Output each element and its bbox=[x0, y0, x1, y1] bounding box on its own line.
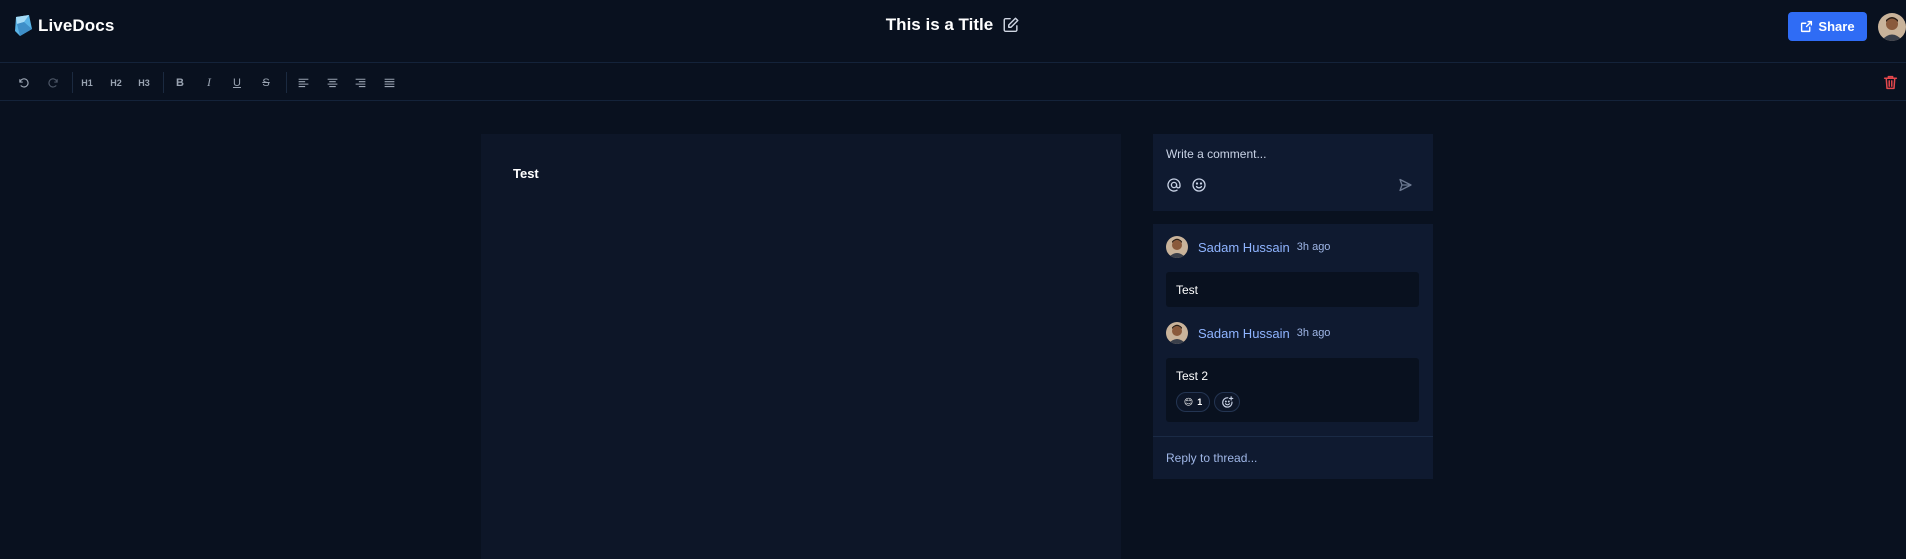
share-button[interactable]: Share bbox=[1788, 12, 1867, 41]
send-comment-icon[interactable] bbox=[1397, 177, 1413, 193]
toolbar-divider bbox=[163, 72, 164, 93]
comment-timestamp: 3h ago bbox=[1296, 241, 1331, 253]
heading-1-button[interactable]: H1 bbox=[77, 73, 97, 92]
strikethrough-button[interactable]: S bbox=[256, 73, 276, 92]
edit-title-icon[interactable] bbox=[1002, 16, 1020, 34]
heading-3-button[interactable]: H3 bbox=[134, 73, 154, 92]
undo-button[interactable] bbox=[13, 73, 33, 92]
comment-body: Test bbox=[1166, 272, 1419, 307]
share-button-label: Share bbox=[1818, 19, 1855, 34]
thread-divider bbox=[1153, 436, 1433, 437]
undo-icon bbox=[18, 78, 29, 88]
reaction-emoji: 😊 bbox=[1183, 396, 1194, 407]
emoji-icon[interactable] bbox=[1191, 177, 1207, 193]
justify-icon bbox=[384, 78, 394, 88]
comment-timestamp: 3h ago bbox=[1296, 327, 1331, 339]
toolbar-divider bbox=[72, 72, 73, 93]
comment-author[interactable]: Sadam Hussain bbox=[1198, 326, 1290, 341]
avatar-image bbox=[1878, 13, 1906, 41]
comment-input[interactable]: Write a comment... bbox=[1166, 147, 1266, 161]
reaction-pill[interactable]: 😊 1 bbox=[1176, 392, 1210, 412]
avatar-image bbox=[1166, 236, 1188, 258]
bold-button[interactable]: B bbox=[170, 73, 190, 92]
redo-button[interactable] bbox=[43, 73, 63, 92]
align-right-button[interactable] bbox=[350, 73, 370, 92]
add-reaction-icon bbox=[1221, 395, 1233, 408]
comment-author[interactable]: Sadam Hussain bbox=[1198, 240, 1290, 255]
mention-icon[interactable] bbox=[1166, 177, 1182, 193]
comment-avatar[interactable] bbox=[1166, 322, 1188, 344]
add-reaction-button[interactable] bbox=[1214, 392, 1240, 412]
align-center-button[interactable] bbox=[322, 73, 342, 92]
document-editor[interactable]: Test bbox=[481, 134, 1121, 559]
comment-avatar[interactable] bbox=[1166, 236, 1188, 258]
align-center-icon bbox=[327, 78, 337, 88]
comment-thread: Sadam Hussain 3h ago Test Sadam Hussain … bbox=[1153, 224, 1433, 479]
align-left-icon bbox=[298, 78, 308, 88]
comment-header: Sadam Hussain 3h ago bbox=[1166, 322, 1330, 344]
align-left-button[interactable] bbox=[293, 73, 313, 92]
document-title-area: This is a Title bbox=[0, 15, 1906, 35]
user-avatar[interactable] bbox=[1878, 13, 1906, 41]
reply-input[interactable]: Reply to thread... bbox=[1166, 451, 1257, 465]
comment-composer: Write a comment... bbox=[1153, 134, 1433, 211]
avatar-image bbox=[1166, 322, 1188, 344]
heading-2-button[interactable]: H2 bbox=[106, 73, 126, 92]
comment-header: Sadam Hussain 3h ago bbox=[1166, 236, 1330, 258]
reaction-count: 1 bbox=[1197, 397, 1203, 407]
justify-button[interactable] bbox=[379, 73, 399, 92]
comment-body: Test 2 😊 1 bbox=[1166, 358, 1419, 422]
share-icon bbox=[1801, 20, 1813, 33]
underline-button[interactable]: U bbox=[227, 73, 247, 92]
delete-document-icon[interactable] bbox=[1882, 74, 1899, 91]
editor-paragraph[interactable]: Test bbox=[513, 166, 539, 181]
comment-text: Test 2 bbox=[1176, 369, 1209, 383]
align-right-icon bbox=[355, 78, 365, 88]
formatting-toolbar: H1 H2 H3 B I U S bbox=[0, 64, 1906, 101]
comment-text: Test bbox=[1176, 283, 1199, 297]
app-header: LiveDocs This is a Title Share bbox=[0, 0, 1906, 63]
toolbar-divider bbox=[286, 72, 287, 93]
redo-icon bbox=[47, 78, 58, 88]
document-title[interactable]: This is a Title bbox=[886, 15, 993, 35]
italic-button[interactable]: I bbox=[199, 73, 219, 92]
